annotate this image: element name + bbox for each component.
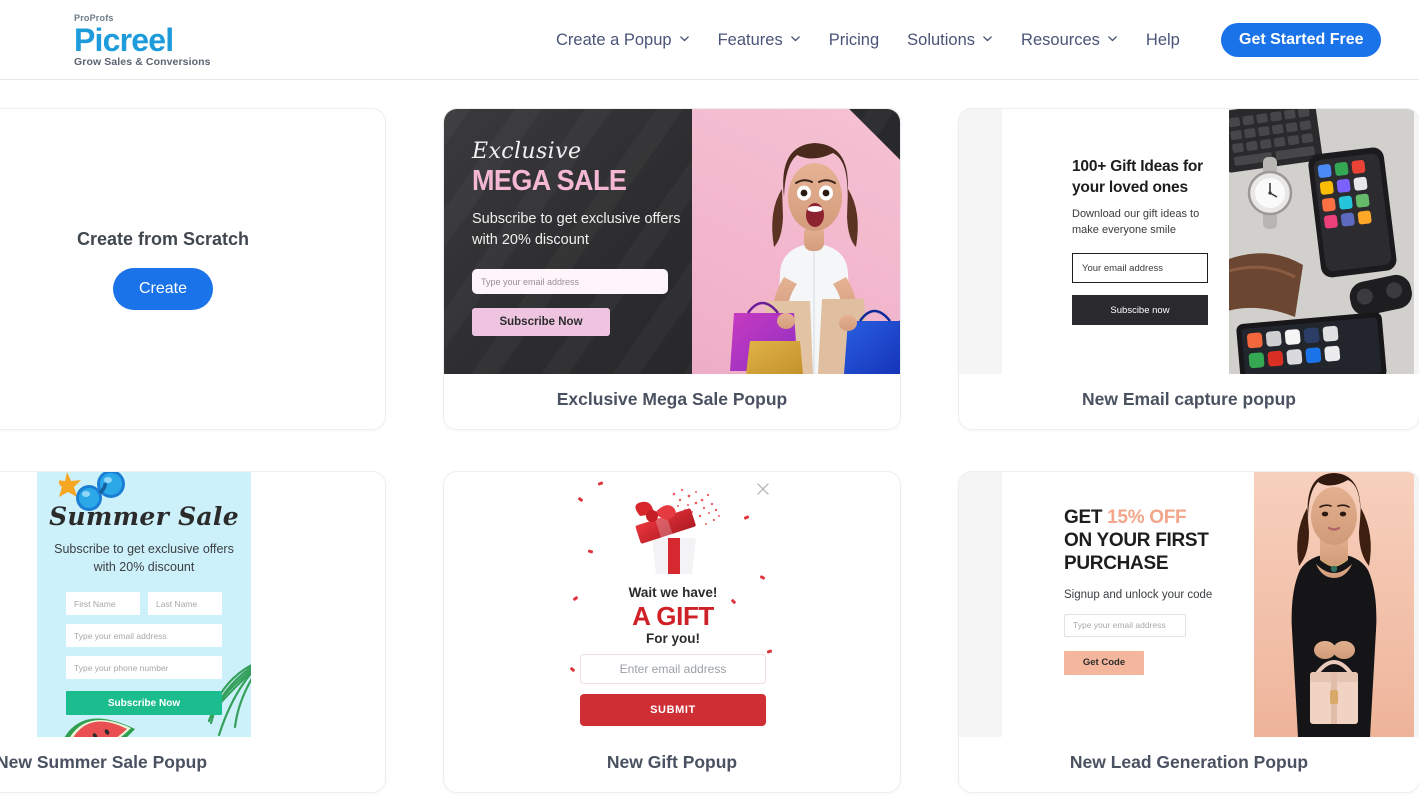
card-title-summer-sale: New Summer Sale Popup bbox=[0, 751, 208, 772]
gift-line-3: For you! bbox=[646, 631, 700, 646]
chevron-down-icon bbox=[1107, 33, 1118, 44]
nav-item-resources[interactable]: Resources bbox=[1007, 0, 1132, 80]
nav-label: Create a Popup bbox=[556, 30, 672, 49]
create-from-scratch-title: Create from Scratch bbox=[76, 228, 250, 249]
mega-sale-subscribe-button[interactable]: Subscribe Now bbox=[472, 308, 610, 337]
nav-label: Pricing bbox=[828, 30, 880, 49]
card-title-gift: New Gift Popup bbox=[606, 751, 738, 772]
email-capture-popup: 100+ Gift Ideas for your loved ones Down… bbox=[1002, 109, 1414, 374]
confetti-piece bbox=[569, 666, 576, 673]
confetti-piece bbox=[766, 649, 773, 654]
nav-item-pricing[interactable]: Pricing bbox=[815, 0, 893, 80]
chevron-down-icon bbox=[982, 33, 993, 44]
nav-item-help[interactable]: Help bbox=[1132, 0, 1194, 80]
email-capture-subtext: Download our gift ideas to make everyone… bbox=[1072, 208, 1200, 237]
mega-sale-email-input[interactable] bbox=[472, 269, 668, 295]
confetti-piece bbox=[587, 549, 594, 554]
desk-gadgets-illustration bbox=[1229, 109, 1414, 374]
model-with-handbag-illustration bbox=[1254, 472, 1414, 737]
mega-sale-photo bbox=[692, 109, 900, 374]
summer-sale-subtext: Subscribe to get exclusive offers with 2… bbox=[54, 542, 234, 575]
card-new-gift-popup[interactable]: Wait we have! A GIFT For you! SUBMIT New… bbox=[443, 471, 901, 793]
summer-sale-name-row bbox=[37, 592, 251, 616]
mega-sale-subtext: Subscribe to get exclusive offers with 2… bbox=[472, 211, 681, 248]
lead-generation-text-block: GET 15% OFF ON YOUR FIRST PURCHASE Signu… bbox=[1064, 506, 1244, 675]
fashion-model-photo bbox=[1254, 472, 1414, 737]
create-button[interactable]: Create bbox=[112, 267, 214, 310]
card-create-from-scratch[interactable]: Create from Scratch Create bbox=[0, 108, 386, 430]
card-title-mega-sale: Exclusive Mega Sale Popup bbox=[556, 388, 788, 409]
email-capture-preview: 100+ Gift Ideas for your loved ones Down… bbox=[959, 109, 1419, 374]
email-capture-heading: 100+ Gift Ideas for your loved ones bbox=[1072, 158, 1204, 196]
card-new-lead-generation-popup[interactable]: GET 15% OFF ON YOUR FIRST PURCHASE Signu… bbox=[958, 471, 1419, 793]
chevron-down-icon bbox=[790, 33, 801, 44]
summer-sale-heading: Summer Sale bbox=[49, 502, 239, 531]
chevron-down-icon bbox=[679, 33, 690, 44]
mega-sale-preview: Exclusive MEGA SALE Subscribe to get exc… bbox=[444, 109, 900, 374]
summer-sale-last-name-input[interactable] bbox=[148, 592, 222, 616]
mega-sale-heading: MEGA SALE bbox=[472, 165, 627, 197]
woman-with-shopping-bags-image bbox=[730, 143, 900, 374]
gift-email-input[interactable] bbox=[580, 654, 766, 684]
lead-generation-heading: GET 15% OFF ON YOUR FIRST PURCHASE bbox=[1064, 506, 1244, 576]
gift-box-image bbox=[635, 488, 720, 574]
gift-submit-button[interactable]: SUBMIT bbox=[580, 694, 766, 726]
lead-heading-discount: 15% OFF bbox=[1107, 507, 1187, 528]
mega-sale-text-block: Exclusive MEGA SALE Subscribe to get exc… bbox=[472, 139, 687, 337]
nav-item-solutions[interactable]: Solutions bbox=[893, 0, 1007, 80]
gift-preview: Wait we have! A GIFT For you! SUBMIT bbox=[444, 472, 900, 737]
main-navigation: Create a Popup Features Pricing Solution… bbox=[546, 0, 1194, 80]
confetti-piece bbox=[743, 515, 750, 520]
lead-generation-email-input[interactable] bbox=[1064, 613, 1186, 637]
create-from-scratch-content: Create from Scratch Create bbox=[0, 109, 385, 429]
email-capture-email-input[interactable] bbox=[1072, 253, 1208, 284]
nav-label: Resources bbox=[1021, 30, 1100, 49]
card-exclusive-mega-sale-popup[interactable]: Exclusive MEGA SALE Subscribe to get exc… bbox=[443, 108, 901, 430]
nav-label: Solutions bbox=[907, 30, 976, 49]
card-title-email-capture: New Email capture popup bbox=[1082, 388, 1296, 409]
summer-sale-email-input[interactable] bbox=[66, 624, 222, 648]
logo-tagline: Grow Sales & Conversions bbox=[74, 55, 211, 68]
logo-picreel-text: Picreel bbox=[74, 22, 174, 58]
lead-heading-get: GET bbox=[1064, 507, 1103, 528]
desk-gadgets-photo bbox=[1229, 109, 1414, 374]
lead-generation-preview: GET 15% OFF ON YOUR FIRST PURCHASE Signu… bbox=[959, 472, 1419, 737]
mega-sale-eyebrow: Exclusive bbox=[472, 139, 582, 164]
confetti-piece bbox=[577, 496, 584, 503]
mega-sale-popup: Exclusive MEGA SALE Subscribe to get exc… bbox=[444, 109, 900, 374]
summer-sale-text-block: Summer Sale Subscribe to get exclusive o… bbox=[37, 472, 251, 716]
summer-sale-preview: Summer Sale Subscribe to get exclusive o… bbox=[0, 472, 385, 737]
lead-generation-get-code-button[interactable]: Get Code bbox=[1064, 650, 1144, 675]
card-title-lead-generation: New Lead Generation Popup bbox=[1069, 751, 1309, 772]
confetti-piece bbox=[597, 481, 604, 486]
nav-item-features[interactable]: Features bbox=[704, 0, 815, 80]
confetti-piece bbox=[759, 574, 766, 581]
close-icon[interactable] bbox=[755, 481, 771, 497]
gift-line-1: Wait we have! bbox=[628, 585, 718, 600]
card-new-summer-sale-popup[interactable]: Summer Sale Subscribe to get exclusive o… bbox=[0, 471, 386, 793]
email-capture-subscribe-button[interactable]: Subscibe now bbox=[1072, 295, 1208, 326]
email-capture-text-block: 100+ Gift Ideas for your loved ones Down… bbox=[1072, 157, 1222, 326]
lead-generation-popup: GET 15% OFF ON YOUR FIRST PURCHASE Signu… bbox=[1002, 472, 1414, 737]
nav-label: Features bbox=[717, 30, 783, 49]
site-header: ProProfs Picreel Grow Sales & Conversion… bbox=[0, 0, 1419, 80]
gift-popup: Wait we have! A GIFT For you! SUBMIT bbox=[564, 472, 782, 737]
card-new-email-capture-popup[interactable]: 100+ Gift Ideas for your loved ones Down… bbox=[958, 108, 1419, 430]
lead-generation-subtext: Signup and unlock your code bbox=[1064, 588, 1213, 601]
summer-sale-first-name-input[interactable] bbox=[66, 592, 140, 616]
summer-sale-subscribe-button[interactable]: Subscribe Now bbox=[66, 691, 222, 716]
nav-item-create-a-popup[interactable]: Create a Popup bbox=[546, 0, 704, 80]
lead-heading-rest: ON YOUR FIRST PURCHASE bbox=[1064, 530, 1209, 575]
get-started-free-button[interactable]: Get Started Free bbox=[1221, 23, 1382, 57]
nav-label: Help bbox=[1145, 30, 1180, 49]
gift-line-2: A GIFT bbox=[632, 601, 714, 631]
summer-sale-phone-input[interactable] bbox=[66, 656, 222, 680]
picreel-logo[interactable]: ProProfs Picreel Grow Sales & Conversion… bbox=[74, 14, 211, 67]
summer-sale-popup: Summer Sale Subscribe to get exclusive o… bbox=[37, 472, 251, 737]
